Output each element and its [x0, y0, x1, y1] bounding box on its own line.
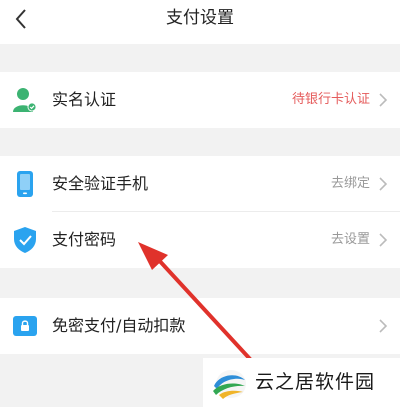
watermark: 云之居软件园 — [203, 358, 400, 407]
phone-icon — [17, 171, 33, 197]
nav-bar: 支付设置 — [0, 0, 400, 44]
set-password-link: 去设置 — [330, 232, 370, 247]
row-password-free-payment[interactable]: 免密支付/自动扣款 — [0, 298, 400, 354]
row-real-name-verification[interactable]: 实名认证 待银行卡认证 — [0, 72, 400, 128]
bind-phone-link: 去绑定 — [330, 176, 370, 191]
identity-group: 实名认证 待银行卡认证 — [0, 72, 400, 128]
page-title: 支付设置 — [166, 8, 234, 28]
chevron-right-icon — [379, 93, 388, 107]
row-label: 实名认证 — [52, 90, 117, 109]
verification-status: 待银行卡认证 — [291, 92, 370, 107]
row-security-phone[interactable]: 安全验证手机 去绑定 — [0, 156, 400, 212]
row-label: 支付密码 — [52, 230, 117, 249]
row-label: 安全验证手机 — [52, 174, 149, 193]
shield-check-icon — [14, 227, 36, 253]
chevron-right-icon — [379, 233, 388, 247]
row-label: 免密支付/自动扣款 — [52, 316, 186, 335]
chevron-right-icon — [379, 177, 388, 191]
watermark-text: 云之居软件园 — [255, 371, 376, 393]
chevron-right-icon — [379, 319, 388, 333]
user-verified-icon — [13, 88, 37, 112]
lock-card-icon — [13, 316, 37, 336]
autopay-group: 免密支付/自动扣款 — [0, 298, 400, 354]
security-group: 安全验证手机 去绑定 支付密码 去设置 — [0, 156, 400, 268]
watermark-logo-icon — [213, 370, 246, 399]
row-payment-password[interactable]: 支付密码 去设置 — [0, 212, 400, 268]
